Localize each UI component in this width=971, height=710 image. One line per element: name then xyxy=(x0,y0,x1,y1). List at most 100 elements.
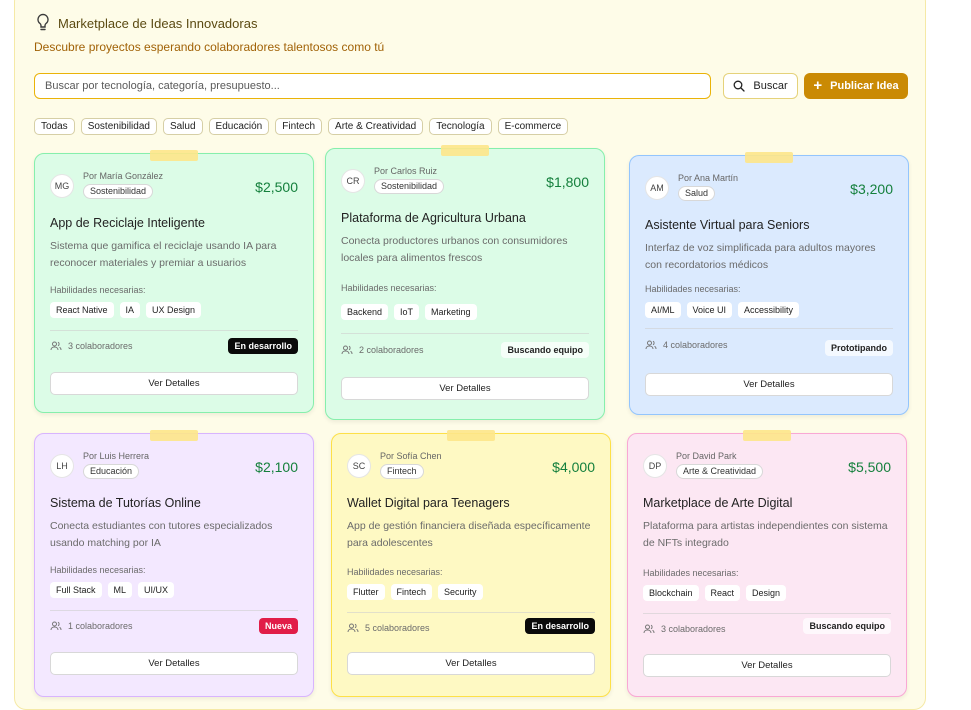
idea-description: App de gestión financiera diseñada espec… xyxy=(347,520,591,549)
budget-price: $1,800 xyxy=(546,174,589,190)
skills-list: AI/ML Voice UI Accessibility xyxy=(645,302,800,318)
divider xyxy=(645,328,893,329)
collaborators: 5 colaboradores xyxy=(347,623,430,633)
skill-chip: React Native xyxy=(50,302,114,318)
category-chip-salud[interactable]: Salud xyxy=(162,118,203,135)
author-name: Por María González xyxy=(83,171,164,181)
view-details-button[interactable]: Ver Detalles xyxy=(643,654,891,677)
avatar: DP xyxy=(643,454,667,478)
view-details-button[interactable]: Ver Detalles xyxy=(645,373,893,396)
skills-list: Full Stack ML UI/UX xyxy=(50,582,175,598)
idea-card: MG Por María González Sostenibilidad $2,… xyxy=(34,150,314,413)
category-chip-sostenibilidad[interactable]: Sostenibilidad xyxy=(80,118,157,135)
view-details-button[interactable]: Ver Detalles xyxy=(50,372,298,395)
collaborators-count: 1 colaboradores xyxy=(68,621,133,631)
collaborators-count: 2 colaboradores xyxy=(359,345,424,355)
collaborators: 3 colaboradores xyxy=(643,624,726,634)
author-name: Por Carlos Ruiz xyxy=(374,166,438,176)
idea-card: AM Por Ana Martín Salud $3,200 Asistente… xyxy=(629,152,909,415)
skills-label: Habilidades necesarias: xyxy=(347,567,443,577)
divider xyxy=(50,610,298,611)
skill-chip: IA xyxy=(119,302,141,318)
idea-title: Sistema de Tutorías Online xyxy=(50,496,201,510)
budget-price: $4,000 xyxy=(552,459,595,475)
search-input[interactable] xyxy=(34,73,711,99)
idea-description: Plataforma para artistas independientes … xyxy=(643,520,888,549)
users-icon xyxy=(347,623,359,633)
skill-chip: Backend xyxy=(341,304,389,320)
status-badge: En desarrollo xyxy=(525,618,595,634)
category-tag: Sostenibilidad xyxy=(83,184,154,199)
author-name: Por Sofía Chen xyxy=(380,451,442,461)
category-tag: Fintech xyxy=(380,464,424,479)
status-badge: Buscando equipo xyxy=(501,342,589,358)
tape-decoration xyxy=(447,430,495,441)
category-chip-educacion[interactable]: Educación xyxy=(208,118,270,135)
skills-list: Flutter Fintech Security xyxy=(347,584,483,600)
category-tag: Educación xyxy=(83,464,140,479)
category-chip-ecommerce[interactable]: E-commerce xyxy=(497,118,569,135)
idea-title: Plataforma de Agricultura Urbana xyxy=(341,211,526,225)
tape-decoration xyxy=(745,152,793,163)
view-details-button[interactable]: Ver Detalles xyxy=(50,652,298,675)
idea-card: DP Por David Park Arte & Creatividad $5,… xyxy=(627,430,907,697)
collaborators: 1 colaboradores xyxy=(50,621,133,631)
skill-chip: UI/UX xyxy=(138,582,175,598)
users-icon xyxy=(50,341,62,351)
category-chip-todas[interactable]: Todas xyxy=(34,118,75,135)
category-tag: Arte & Creatividad xyxy=(676,464,764,479)
status-badge: Prototipando xyxy=(825,340,893,356)
search-icon xyxy=(733,80,746,92)
avatar: MG xyxy=(50,174,74,198)
skill-chip: Design xyxy=(746,585,787,601)
status-badge: Nueva xyxy=(258,618,298,634)
skill-chip: Voice UI xyxy=(686,302,733,318)
skills-list: Backend IoT Marketing xyxy=(341,304,477,320)
skill-chip: Full Stack xyxy=(50,582,102,598)
collaborators-count: 3 colaboradores xyxy=(661,624,726,634)
collaborators: 2 colaboradores xyxy=(341,345,424,355)
skills-list: Blockchain React Design xyxy=(643,585,787,601)
users-icon xyxy=(341,345,353,355)
status-badge: Buscando equipo xyxy=(803,618,891,634)
avatar: AM xyxy=(645,176,669,200)
page-title: Marketplace de Ideas Innovadoras xyxy=(58,16,258,31)
divider xyxy=(50,330,298,331)
category-chip-arte[interactable]: Arte & Creatividad xyxy=(328,118,424,135)
skill-chip: IoT xyxy=(394,304,420,320)
view-details-button[interactable]: Ver Detalles xyxy=(341,377,589,400)
skills-label: Habilidades necesarias: xyxy=(645,284,741,294)
tape-decoration xyxy=(150,430,198,441)
publish-button-label: Publicar Idea xyxy=(830,80,899,92)
avatar: CR xyxy=(341,169,365,193)
budget-price: $5,500 xyxy=(848,459,891,475)
status-badge: En desarrollo xyxy=(228,338,298,354)
skill-chip: Security xyxy=(438,584,483,600)
category-tag: Salud xyxy=(678,186,716,201)
idea-card: SC Por Sofía Chen Fintech $4,000 Wallet … xyxy=(331,430,611,697)
view-details-button[interactable]: Ver Detalles xyxy=(347,652,595,675)
divider xyxy=(341,333,589,334)
category-chip-fintech[interactable]: Fintech xyxy=(275,118,323,135)
skill-chip: Fintech xyxy=(390,584,433,600)
avatar: SC xyxy=(347,454,371,478)
idea-title: Marketplace de Arte Digital xyxy=(643,496,793,510)
skill-chip: Marketing xyxy=(425,304,477,320)
skill-chip: React xyxy=(704,585,741,601)
idea-title: App de Reciclaje Inteligente xyxy=(50,216,205,230)
tape-decoration xyxy=(441,145,489,156)
search-button[interactable]: Buscar xyxy=(723,73,798,99)
idea-description: Interfaz de voz simplificada para adulto… xyxy=(645,242,876,271)
avatar: LH xyxy=(50,454,74,478)
author-name: Por David Park xyxy=(676,451,737,461)
collaborators: 3 colaboradores xyxy=(50,341,133,351)
category-chip-tecnologia[interactable]: Tecnología xyxy=(429,118,492,135)
skills-list: React Native IA UX Design xyxy=(50,302,202,318)
divider xyxy=(643,613,891,614)
users-icon xyxy=(645,340,657,350)
tape-decoration xyxy=(150,150,198,161)
collaborators-count: 4 colaboradores xyxy=(663,340,728,350)
skill-chip: AI/ML xyxy=(645,302,681,318)
lightbulb-icon xyxy=(37,13,49,31)
publish-idea-button[interactable]: + Publicar Idea xyxy=(804,73,908,99)
